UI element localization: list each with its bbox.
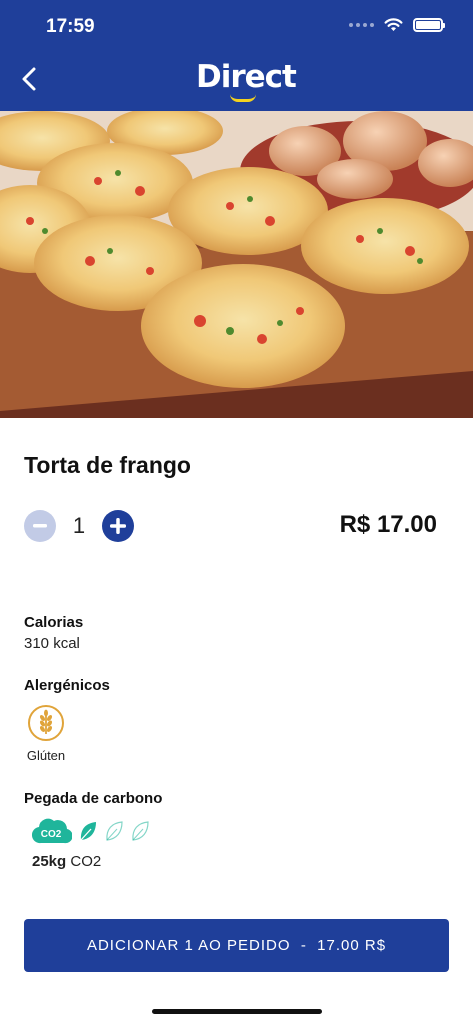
battery-icon	[413, 18, 445, 32]
chevron-left-icon	[22, 67, 36, 91]
quantity-stepper: 1	[24, 510, 134, 542]
allergen-label: Glúten	[26, 748, 66, 763]
carbon-label: Pegada de carbono	[24, 790, 163, 807]
calories-value: 310 kcal	[24, 635, 80, 652]
product-title: Torta de frango	[24, 452, 191, 478]
leaf-filled-icon	[80, 822, 96, 841]
wifi-icon	[384, 18, 403, 31]
wheat-icon	[28, 705, 64, 741]
signal-icon	[349, 23, 374, 27]
brand-smile	[230, 94, 256, 102]
home-indicator	[152, 1009, 322, 1014]
brand-logo: Direct	[196, 58, 297, 106]
co2-badge-text: CO2	[41, 829, 62, 840]
app-header: 17:59 Direct	[0, 0, 473, 111]
allergens-label: Alergénicos	[24, 677, 110, 694]
product-image	[0, 111, 473, 418]
carbon-rating: CO2	[32, 816, 150, 846]
plus-icon	[110, 518, 126, 534]
status-time: 17:59	[46, 16, 95, 37]
carbon-amount: 25kg	[32, 853, 67, 870]
carbon-unit: CO2	[70, 853, 102, 870]
allergen-item: Glúten	[24, 704, 68, 763]
leaf-outline-icon	[106, 821, 123, 841]
back-button[interactable]	[14, 62, 44, 96]
quiche-photo	[0, 111, 473, 418]
product-price: R$ 17.00	[339, 511, 437, 538]
quantity-value: 1	[72, 513, 86, 538]
calories-label: Calorias	[24, 614, 84, 631]
leaf-outline-icon	[132, 821, 149, 841]
decrease-quantity-button[interactable]	[24, 510, 56, 542]
co2-cloud-icon: CO2	[32, 816, 72, 846]
status-icons	[349, 18, 445, 32]
add-to-order-button[interactable]: ADICIONAR 1 AO PEDIDO - 17.00 R$	[24, 919, 449, 972]
carbon-value: 25kg CO2	[32, 853, 101, 870]
brand-name: Direct	[196, 59, 297, 95]
increase-quantity-button[interactable]	[102, 510, 134, 542]
add-to-order-label: ADICIONAR 1 AO PEDIDO - 17.00 R$	[86, 937, 387, 954]
minus-icon	[33, 524, 47, 528]
